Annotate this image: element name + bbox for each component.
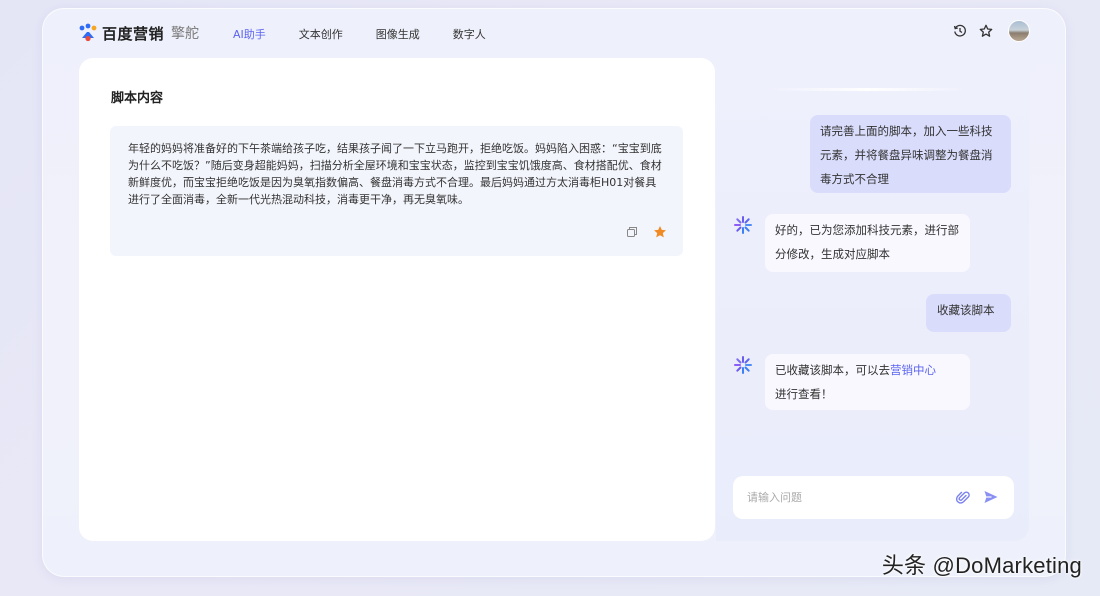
ai-assistant-icon — [733, 215, 753, 235]
panel-title: 脚本内容 — [111, 91, 164, 106]
favorite-star-icon[interactable] — [653, 225, 667, 239]
marketing-center-link[interactable]: 营销中心 — [890, 363, 936, 377]
nav-text-creation[interactable]: 文本创作 — [299, 26, 343, 42]
nav-ai-assistant[interactable]: AI助手 — [233, 26, 266, 42]
send-icon[interactable] — [983, 489, 999, 505]
chat-input-box — [733, 476, 1014, 519]
star-outline-icon[interactable] — [978, 23, 994, 39]
watermark: 头条 @DoMarketing — [881, 553, 1082, 578]
chat-top-divider — [768, 88, 968, 91]
product-name: 擎舵 — [171, 26, 200, 42]
brand-name: 百度营销 — [102, 24, 165, 43]
message-text: 进行查看！ — [775, 387, 833, 401]
script-content-card: 年轻的妈妈将准备好的下午茶端给孩子吃，结果孩子闻了一下立马跑开，拒绝吃饭。妈妈陷… — [110, 126, 683, 256]
message-text: 好的，已为您添加科技元素，进行部分修改，生成对应脚本 — [775, 223, 959, 261]
copy-icon[interactable] — [625, 225, 639, 239]
bot-message: 已收藏该脚本，可以去营销中心 进行查看！ — [765, 354, 970, 410]
nav-image-generation[interactable]: 图像生成 — [376, 26, 420, 42]
baidu-paw-icon — [78, 23, 98, 43]
user-avatar[interactable] — [1008, 20, 1030, 42]
user-message: 请完善上面的脚本，加入一些科技元素，并将餐盘异味调整为餐盘消毒方式不合理 — [810, 115, 1011, 193]
attachment-icon[interactable] — [955, 489, 971, 505]
message-text: 收藏该脚本 — [937, 303, 995, 317]
script-text: 年轻的妈妈将准备好的下午茶端给孩子吃，结果孩子闻了一下立马跑开，拒绝吃饭。妈妈陷… — [128, 142, 662, 206]
ai-assistant-icon — [733, 355, 753, 375]
message-text: 请完善上面的脚本，加入一些科技元素，并将餐盘异味调整为餐盘消毒方式不合理 — [820, 124, 993, 186]
script-actions — [611, 225, 667, 239]
top-nav: AI助手 文本创作 图像生成 数字人 — [233, 26, 519, 42]
question-input[interactable] — [747, 488, 947, 506]
message-text: 已收藏该脚本，可以去 — [775, 363, 890, 377]
bot-message: 好的，已为您添加科技元素，进行部分修改，生成对应脚本 — [765, 214, 970, 272]
top-actions — [942, 20, 1030, 42]
script-panel: 脚本内容 年轻的妈妈将准备好的下午茶端给孩子吃，结果孩子闻了一下立马跑开，拒绝吃… — [79, 58, 715, 541]
chat-panel: 请完善上面的脚本，加入一些科技元素，并将餐盘异味调整为餐盘消毒方式不合理 好的，… — [716, 58, 1029, 541]
user-message: 收藏该脚本 — [926, 294, 1011, 332]
history-icon[interactable] — [952, 23, 968, 39]
nav-digital-human[interactable]: 数字人 — [453, 26, 486, 42]
logo[interactable]: 百度营销 擎舵 — [78, 22, 199, 44]
